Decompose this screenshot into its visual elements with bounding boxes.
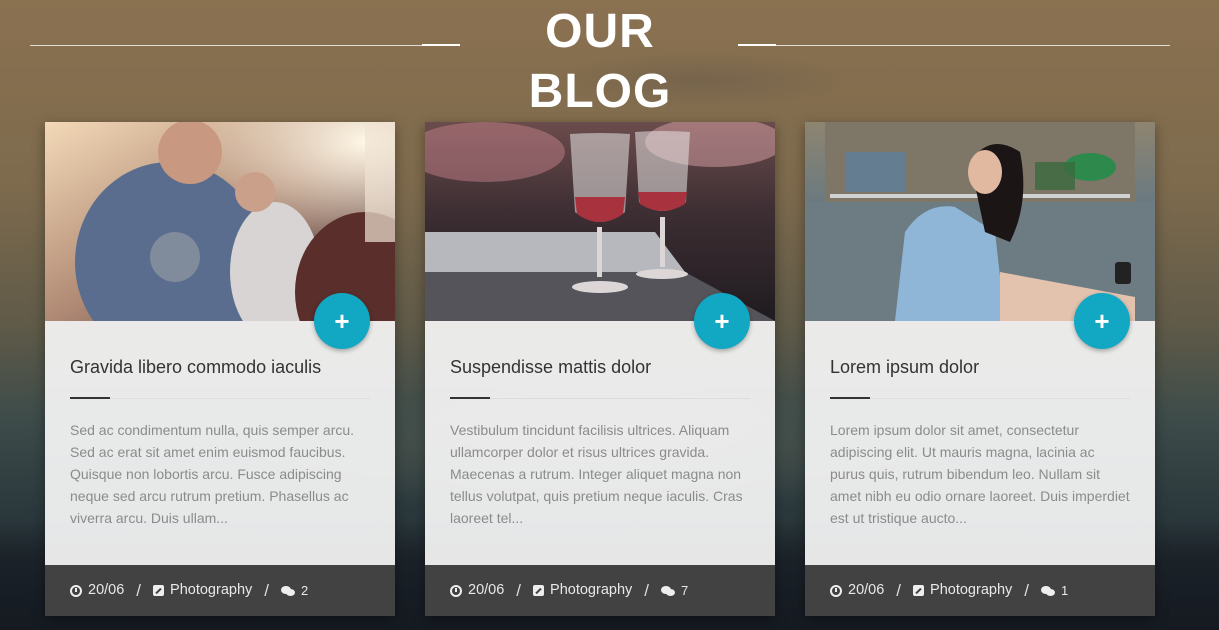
plus-icon[interactable]: + <box>1074 293 1130 349</box>
post-comments-count[interactable]: 2 <box>301 565 308 616</box>
post-meta-footer: 20/06 / Photography / 2 <box>45 565 395 616</box>
header-divider-right <box>776 45 1170 46</box>
title-divider-accent <box>70 397 110 399</box>
post-comments-count[interactable]: 1 <box>1061 565 1068 616</box>
meta-separator: / <box>264 581 269 600</box>
title-divider <box>450 398 750 399</box>
header-dash-right <box>738 44 776 46</box>
post-category-link[interactable]: Photography <box>170 565 252 616</box>
meta-separator: / <box>1024 581 1029 600</box>
clock-icon <box>830 584 842 597</box>
title-divider <box>830 398 1130 399</box>
edit-icon <box>153 585 165 596</box>
section-header: OUR BLOG <box>30 0 1170 118</box>
post-category-link[interactable]: Photography <box>550 565 632 616</box>
post-title[interactable]: Suspendisse mattis dolor <box>450 354 750 380</box>
meta-separator: / <box>644 581 649 600</box>
post-image[interactable] <box>425 122 775 321</box>
title-divider <box>70 398 370 399</box>
post-date: 20/06 <box>848 582 885 598</box>
post-date: 20/06 <box>88 582 125 598</box>
post-image[interactable] <box>805 122 1155 321</box>
header-divider-left <box>30 45 422 46</box>
title-divider-accent <box>450 397 490 399</box>
comments-icon <box>281 585 295 596</box>
post-image[interactable] <box>45 122 395 321</box>
section-title: OUR BLOG <box>528 5 672 118</box>
post-comments-count[interactable]: 7 <box>681 565 688 616</box>
post-title[interactable]: Lorem ipsum dolor <box>830 354 1130 380</box>
post-meta-footer: 20/06 / Photography / 7 <box>425 565 775 616</box>
meta-separator: / <box>516 581 522 600</box>
post-excerpt: Lorem ipsum dolor sit amet, consectetur … <box>830 422 1130 526</box>
blog-card: + Gravida libero commodo iaculis Sed ac … <box>45 122 395 616</box>
meta-separator: / <box>896 581 902 600</box>
blog-card: + Suspendisse mattis dolor Vestibulum ti… <box>425 122 775 616</box>
post-meta-footer: 20/06 / Photography / 1 <box>805 565 1155 616</box>
post-date: 20/06 <box>468 582 505 598</box>
edit-icon <box>533 585 545 596</box>
comments-icon <box>1041 585 1055 596</box>
meta-separator: / <box>136 581 142 600</box>
clock-icon <box>450 584 462 597</box>
title-divider-accent <box>830 397 870 399</box>
post-title[interactable]: Gravida libero commodo iaculis <box>70 354 370 380</box>
plus-icon[interactable]: + <box>694 293 750 349</box>
post-excerpt: Sed ac condimentum nulla, quis semper ar… <box>70 422 355 526</box>
clock-icon <box>70 584 82 597</box>
post-category-link[interactable]: Photography <box>930 565 1012 616</box>
header-dash-left <box>422 44 460 46</box>
comments-icon <box>661 585 675 596</box>
plus-icon[interactable]: + <box>314 293 370 349</box>
blog-card: + Lorem ipsum dolor Lorem ipsum dolor si… <box>805 122 1155 616</box>
edit-icon <box>913 585 925 596</box>
post-excerpt: Vestibulum tincidunt facilisis ultrices.… <box>450 422 743 526</box>
